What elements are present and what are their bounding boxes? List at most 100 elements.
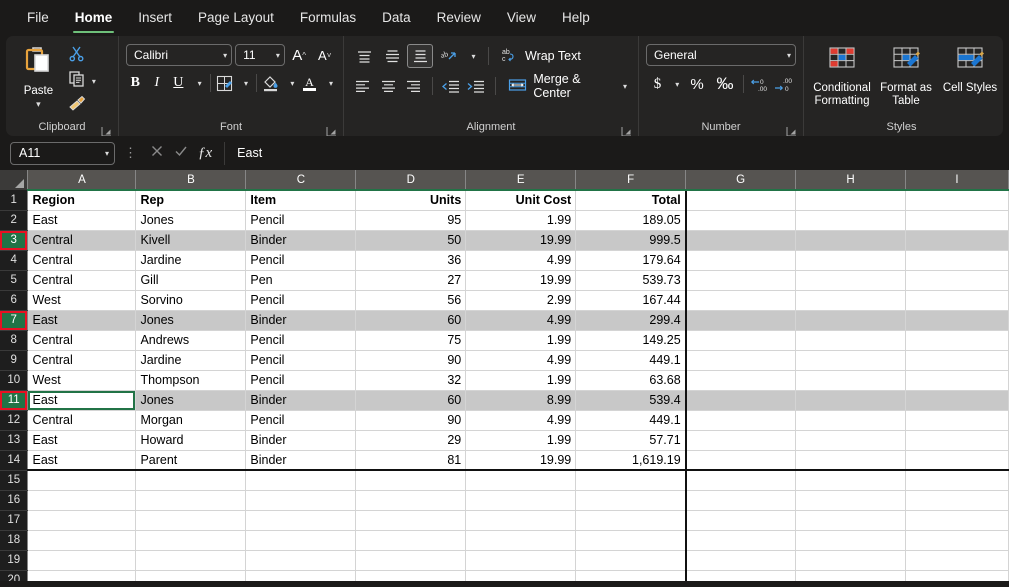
cell-F11[interactable]: 539.4 (575, 390, 687, 411)
increase-font-size-button[interactable]: A ^ (288, 44, 311, 66)
cell-I19[interactable] (905, 550, 1009, 571)
cell-B17[interactable] (135, 510, 247, 531)
cell-D9[interactable]: 90 (355, 350, 467, 371)
cell-G17[interactable] (685, 510, 797, 531)
cell-E12[interactable]: 4.99 (465, 410, 577, 431)
copy-dropdown-chevron-icon[interactable]: ▾ (92, 77, 96, 86)
conditional-formatting-button[interactable]: Conditional Formatting (811, 44, 873, 109)
cell-F14[interactable]: 1,619.19 (575, 450, 687, 471)
ribbon-tab-view[interactable]: View (494, 0, 549, 36)
align-middle-button[interactable] (379, 44, 405, 68)
cell-B13[interactable]: Howard (135, 430, 247, 451)
cell-C13[interactable]: Binder (245, 430, 357, 451)
cell-I10[interactable] (905, 370, 1009, 391)
copy-button[interactable]: ▾ (64, 70, 96, 92)
cell-E1[interactable]: Unit Cost (465, 190, 577, 211)
cell-C3[interactable]: Binder (245, 230, 357, 251)
format-as-table-button[interactable]: Format as Table (875, 44, 937, 109)
cut-button[interactable] (64, 45, 85, 67)
cell-H12[interactable] (795, 410, 906, 431)
cell-C7[interactable]: Binder (245, 310, 357, 331)
underline-button[interactable]: U (169, 72, 188, 94)
cell-B5[interactable]: Gill (135, 270, 247, 291)
column-header-I[interactable]: I (905, 170, 1009, 191)
cell-I11[interactable] (905, 390, 1009, 411)
cell-F6[interactable]: 167.44 (575, 290, 687, 311)
ribbon-tab-page-layout[interactable]: Page Layout (185, 0, 287, 36)
cell-F8[interactable]: 149.25 (575, 330, 687, 351)
cell-F12[interactable]: 449.1 (575, 410, 687, 431)
align-bottom-button[interactable] (407, 44, 433, 68)
align-top-button[interactable] (351, 44, 377, 68)
cell-D15[interactable] (355, 470, 467, 491)
cell-D4[interactable]: 36 (355, 250, 467, 271)
cell-C20[interactable] (245, 570, 357, 581)
paste-button[interactable]: Paste ▾ (13, 41, 64, 109)
row-header-13[interactable]: 13 (0, 430, 29, 451)
cell-D2[interactable]: 95 (355, 210, 467, 231)
enter-icon[interactable] (174, 144, 188, 163)
row-header-5[interactable]: 5 (0, 270, 29, 291)
cell-G9[interactable] (685, 350, 797, 371)
cell-I5[interactable] (905, 270, 1009, 291)
cell-F1[interactable]: Total (575, 190, 687, 211)
cell-E2[interactable]: 1.99 (465, 210, 577, 231)
cell-D18[interactable] (355, 530, 467, 551)
wrap-text-button[interactable]: ab c Wrap Text (497, 44, 585, 68)
cell-A16[interactable] (27, 490, 137, 511)
cell-I2[interactable] (905, 210, 1009, 231)
cell-A8[interactable]: Central (27, 330, 137, 351)
cell-G4[interactable] (685, 250, 797, 271)
row-header-10[interactable]: 10 (0, 370, 29, 391)
cell-E9[interactable]: 4.99 (465, 350, 577, 371)
alignment-dialog-launcher-icon[interactable] (621, 124, 632, 136)
cell-C5[interactable]: Pen (245, 270, 357, 291)
cell-I20[interactable] (905, 570, 1009, 581)
cell-A13[interactable]: East (27, 430, 137, 451)
cell-H4[interactable] (795, 250, 906, 271)
paste-dropdown-chevron-icon[interactable]: ▾ (36, 100, 41, 109)
ribbon-tab-help[interactable]: Help (549, 0, 603, 36)
cell-A15[interactable] (27, 470, 137, 491)
cell-G19[interactable] (685, 550, 797, 571)
cell-F13[interactable]: 57.71 (575, 430, 687, 451)
cell-F17[interactable] (575, 510, 687, 531)
cell-D5[interactable]: 27 (355, 270, 467, 291)
cell-H3[interactable] (795, 230, 906, 251)
column-header-H[interactable]: H (795, 170, 906, 191)
cell-H14[interactable] (795, 450, 906, 471)
cell-I8[interactable] (905, 330, 1009, 351)
cell-C8[interactable]: Pencil (245, 330, 357, 351)
ribbon-tab-review[interactable]: Review (424, 0, 494, 36)
cell-G8[interactable] (685, 330, 797, 351)
row-header-17[interactable]: 17 (0, 510, 29, 531)
cell-G13[interactable] (685, 430, 797, 451)
cell-C9[interactable]: Pencil (245, 350, 357, 371)
cell-E16[interactable] (465, 490, 577, 511)
cell-B1[interactable]: Rep (135, 190, 247, 211)
cell-B3[interactable]: Kivell (135, 230, 247, 251)
cell-F3[interactable]: 999.5 (575, 230, 687, 251)
cell-D8[interactable]: 75 (355, 330, 467, 351)
cell-A19[interactable] (27, 550, 137, 571)
cell-B12[interactable]: Morgan (135, 410, 247, 431)
font-dialog-launcher-icon[interactable] (326, 124, 337, 136)
cell-B19[interactable] (135, 550, 247, 571)
name-box-chevron-down-icon[interactable]: ▾ (105, 149, 109, 158)
cell-H1[interactable] (795, 190, 906, 211)
row-header-1[interactable]: 1 (0, 190, 29, 211)
cell-B6[interactable]: Sorvino (135, 290, 247, 311)
percent-format-button[interactable]: % (686, 72, 709, 96)
font-name-combobox[interactable]: Calibri ▾ (126, 44, 233, 66)
ribbon-tab-data[interactable]: Data (369, 0, 424, 36)
ribbon-tab-home[interactable]: Home (62, 0, 126, 36)
cell-D19[interactable] (355, 550, 467, 571)
row-header-8[interactable]: 8 (0, 330, 29, 351)
cell-G10[interactable] (685, 370, 797, 391)
cell-D14[interactable]: 81 (355, 450, 467, 471)
cell-G12[interactable] (685, 410, 797, 431)
cell-A3[interactable]: Central (27, 230, 137, 251)
cell-C18[interactable] (245, 530, 357, 551)
row-header-6[interactable]: 6 (0, 290, 29, 311)
row-header-19[interactable]: 19 (0, 550, 29, 571)
